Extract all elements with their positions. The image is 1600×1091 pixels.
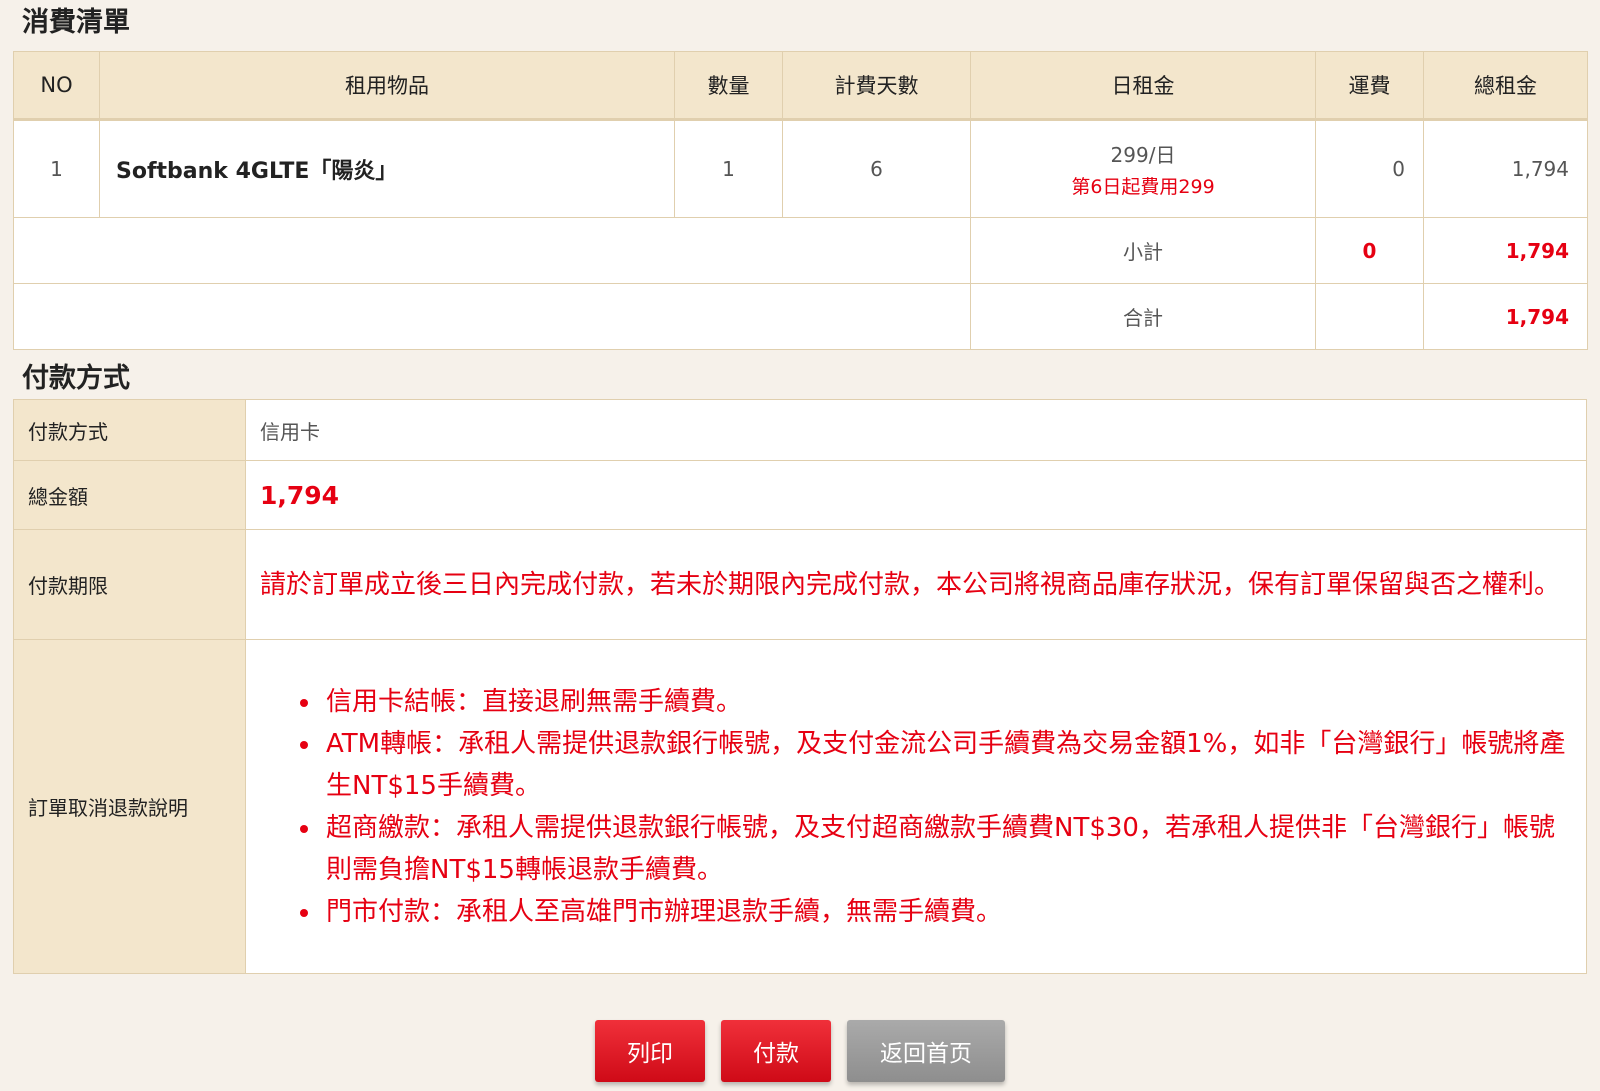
item-total: 1,794: [1423, 119, 1588, 218]
payment-deadline-row: 付款期限 請於訂單成立後三日內完成付款，若未於期限內完成付款，本公司將視商品庫存…: [13, 529, 1587, 640]
refund-policy-list: 信用卡結帳：直接退刷無需手續費。 ATM轉帳：承租人需提供退款銀行帳號，及支付金…: [260, 681, 1568, 933]
refund-policy-row: 訂單取消退款說明 信用卡結帳：直接退刷無需手續費。 ATM轉帳：承租人需提供退款…: [13, 639, 1587, 974]
col-header-no: NO: [13, 51, 100, 121]
orders-section-title: 消費清單: [22, 7, 130, 38]
item-shipping: 0: [1315, 119, 1424, 218]
item-name: Softbank 4GLTE「陽炎」: [99, 119, 675, 218]
payment-section-title: 付款方式: [22, 363, 130, 394]
total-amount-value: 1,794: [260, 480, 340, 510]
grand-total-spacer: [13, 283, 971, 350]
col-header-qty: 數量: [674, 51, 783, 121]
refund-item-credit-card: 信用卡結帳：直接退刷無需手續費。: [322, 681, 1568, 723]
pay-button[interactable]: 付款: [721, 1020, 831, 1082]
orders-table: NO 租用物品 數量 計費天數 日租金 運費 總租金 1 Softbank 4G…: [13, 51, 1588, 350]
back-to-home-button[interactable]: 返回首页: [847, 1020, 1005, 1082]
table-row: 1 Softbank 4GLTE「陽炎」 1 6 299/日 第6日起費用299…: [13, 119, 1588, 218]
grand-total-row: 合計 1,794: [13, 283, 1588, 350]
refund-item-convenience-store: 超商繳款：承租人需提供退款銀行帳號，及支付超商繳款手續費NT$30，若承租人提供…: [322, 807, 1568, 891]
grand-total-value: 1,794: [1423, 283, 1588, 350]
daily-rent-note: 第6日起費用299: [1071, 176, 1215, 198]
item-qty: 1: [674, 119, 783, 218]
grand-total-shipping-empty: [1315, 283, 1424, 350]
subtotal-total: 1,794: [1423, 217, 1588, 284]
payment-method-label: 付款方式: [13, 399, 246, 461]
total-amount-cell: 1,794: [245, 460, 1587, 530]
payment-deadline-cell: 請於訂單成立後三日內完成付款，若未於期限內完成付款，本公司將視商品庫存狀況，保有…: [245, 529, 1587, 640]
col-header-days: 計費天數: [782, 51, 971, 121]
daily-rent-value: 299/日: [1110, 143, 1176, 167]
payment-deadline-text: 請於訂單成立後三日內完成付款，若未於期限內完成付款，本公司將視商品庫存狀況，保有…: [260, 569, 1561, 600]
total-amount-row: 總金額 1,794: [13, 460, 1587, 530]
subtotal-spacer: [13, 217, 971, 284]
payment-table: 付款方式 信用卡 總金額 1,794 付款期限 請於訂單成立後三日內完成付款，若…: [13, 399, 1587, 974]
refund-item-atm: ATM轉帳：承租人需提供退款銀行帳號，及支付金流公司手續費為交易金額1%，如非「…: [322, 723, 1568, 807]
subtotal-row: 小計 0 1,794: [13, 217, 1588, 284]
orders-header-row: NO 租用物品 數量 計費天數 日租金 運費 總租金: [13, 51, 1588, 121]
item-no: 1: [13, 119, 100, 218]
item-days: 6: [782, 119, 971, 218]
refund-item-store-payment: 門市付款：承租人至高雄門市辦理退款手續，無需手續費。: [322, 891, 1568, 933]
print-button[interactable]: 列印: [595, 1020, 705, 1082]
col-header-shipping: 運費: [1315, 51, 1424, 121]
refund-policy-label: 訂單取消退款說明: [13, 639, 246, 974]
subtotal-shipping: 0: [1315, 217, 1424, 284]
total-amount-label: 總金額: [13, 460, 246, 530]
col-header-daily-rent: 日租金: [970, 51, 1316, 121]
payment-method-row: 付款方式 信用卡: [13, 399, 1587, 461]
item-daily-rent: 299/日 第6日起費用299: [970, 119, 1316, 218]
subtotal-label: 小計: [970, 217, 1316, 284]
refund-policy-cell: 信用卡結帳：直接退刷無需手續費。 ATM轉帳：承租人需提供退款銀行帳號，及支付金…: [245, 639, 1587, 974]
payment-method-value: 信用卡: [245, 399, 1587, 461]
grand-total-label: 合計: [970, 283, 1316, 350]
col-header-total-rent: 總租金: [1423, 51, 1588, 121]
payment-deadline-label: 付款期限: [13, 529, 246, 640]
col-header-item: 租用物品: [99, 51, 675, 121]
